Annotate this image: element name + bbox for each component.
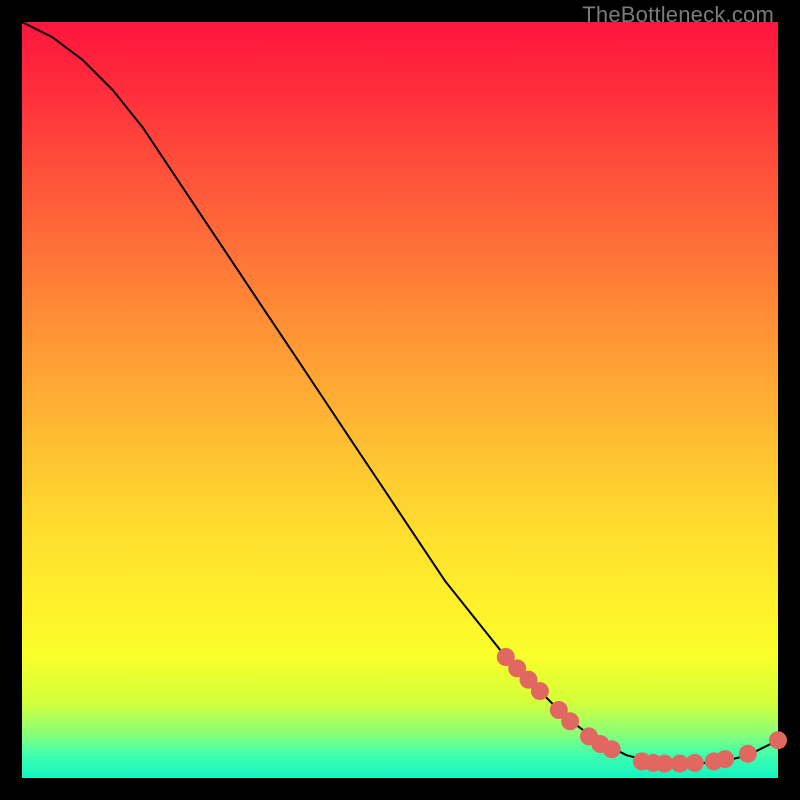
curve-markers [497, 648, 787, 773]
curve-marker [603, 740, 621, 758]
curve-marker [561, 712, 579, 730]
curve-marker [739, 745, 757, 763]
curve-line [22, 22, 778, 763]
curve-marker [686, 754, 704, 772]
curve-marker [769, 731, 787, 749]
curve-marker [716, 750, 734, 768]
plot-area [22, 22, 778, 778]
curve-marker [531, 682, 549, 700]
chart-svg [22, 22, 778, 778]
chart-frame: TheBottleneck.com [0, 0, 800, 800]
